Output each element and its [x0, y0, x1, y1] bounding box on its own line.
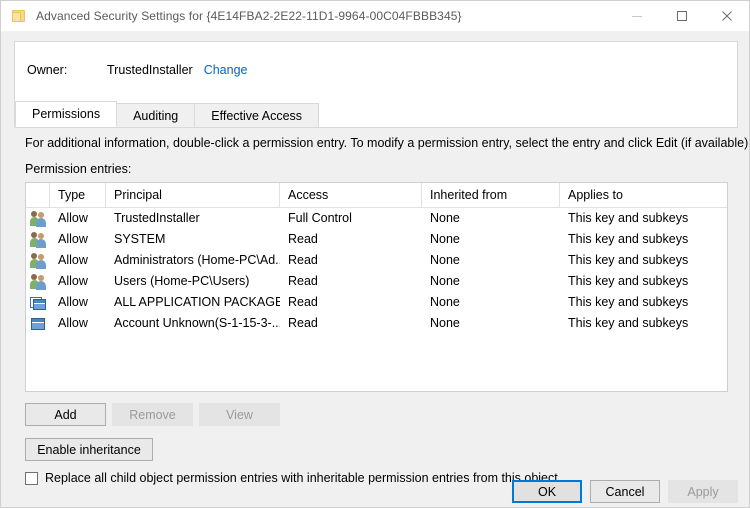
- owner-label: Owner:: [27, 63, 68, 77]
- maximize-icon[interactable]: [659, 1, 704, 31]
- footer-separator: [1, 465, 749, 466]
- row-applies-to: This key and subkeys: [568, 253, 689, 267]
- column-header-access[interactable]: Access: [280, 183, 422, 207]
- change-owner-link[interactable]: Change: [204, 63, 248, 77]
- row-applies-to: This key and subkeys: [568, 274, 689, 288]
- caption-button-group: [614, 1, 749, 31]
- window-title: Advanced Security Settings for {4E14FBA2…: [36, 9, 462, 23]
- close-icon[interactable]: [704, 1, 749, 31]
- table-header-row: Type Principal Access Inherited from App…: [26, 183, 727, 208]
- minimize-icon[interactable]: [614, 1, 659, 31]
- row-inherited-from: None: [430, 274, 460, 288]
- row-access: Read: [288, 316, 318, 330]
- folder-icon: [11, 8, 27, 24]
- app-package-icon: [26, 295, 50, 311]
- row-access: Read: [288, 232, 318, 246]
- row-type: Allow: [58, 211, 88, 225]
- replace-child-permissions-label: Replace all child object permission entr…: [45, 471, 558, 485]
- apply-button: Apply: [668, 480, 738, 503]
- user-group-icon: [26, 273, 50, 290]
- row-principal: Account Unknown(S-1-15-3-...: [114, 316, 280, 330]
- column-header-applies-to[interactable]: Applies to: [560, 183, 727, 207]
- row-access: Full Control: [288, 211, 352, 225]
- column-header-principal[interactable]: Principal: [106, 183, 280, 207]
- owner-panel: Owner: TrustedInstaller Change Permissio…: [14, 41, 738, 128]
- table-row[interactable]: Allow Administrators (Home-PC\Ad... Read…: [26, 250, 727, 271]
- row-inherited-from: None: [430, 253, 460, 267]
- replace-child-permissions-checkbox[interactable]: [25, 471, 38, 485]
- row-principal: Users (Home-PC\Users): [114, 274, 250, 288]
- add-button[interactable]: Add: [25, 403, 106, 426]
- row-applies-to: This key and subkeys: [568, 316, 689, 330]
- tab-auditing[interactable]: Auditing: [116, 103, 196, 127]
- ok-button[interactable]: OK: [512, 480, 582, 503]
- row-principal: Administrators (Home-PC\Ad...: [114, 253, 280, 267]
- cancel-button[interactable]: Cancel: [590, 480, 660, 503]
- column-header-icon[interactable]: [26, 183, 50, 207]
- row-type: Allow: [58, 316, 88, 330]
- row-access: Read: [288, 295, 318, 309]
- row-principal: ALL APPLICATION PACKAGES: [114, 295, 280, 309]
- row-access: Read: [288, 253, 318, 267]
- row-inherited-from: None: [430, 211, 460, 225]
- user-group-icon: [26, 231, 50, 248]
- column-header-type[interactable]: Type: [50, 183, 106, 207]
- user-group-icon: [26, 210, 50, 227]
- tab-strip: Permissions Auditing Effective Access: [15, 97, 737, 128]
- row-type: Allow: [58, 253, 88, 267]
- title-bar: Advanced Security Settings for {4E14FBA2…: [1, 1, 749, 32]
- table-row[interactable]: Allow Users (Home-PC\Users) Read None Th…: [26, 271, 727, 292]
- owner-value: TrustedInstaller: [107, 63, 193, 77]
- row-inherited-from: None: [430, 316, 460, 330]
- row-applies-to: This key and subkeys: [568, 232, 689, 246]
- row-inherited-from: None: [430, 232, 460, 246]
- row-type: Allow: [58, 274, 88, 288]
- permission-entries-label: Permission entries:: [25, 162, 132, 176]
- tab-effective-access[interactable]: Effective Access: [194, 103, 320, 127]
- info-text: For additional information, double-click…: [25, 136, 750, 150]
- table-row[interactable]: Allow TrustedInstaller Full Control None…: [26, 208, 727, 229]
- table-row[interactable]: Allow SYSTEM Read None This key and subk…: [26, 229, 727, 250]
- row-access: Read: [288, 274, 318, 288]
- replace-child-permissions-row[interactable]: Replace all child object permission entr…: [25, 471, 558, 485]
- row-principal: SYSTEM: [114, 232, 166, 246]
- row-applies-to: This key and subkeys: [568, 295, 689, 309]
- row-type: Allow: [58, 232, 88, 246]
- table-row[interactable]: Allow Account Unknown(S-1-15-3-... Read …: [26, 313, 727, 334]
- view-button: View: [199, 403, 280, 426]
- permission-entries-list[interactable]: Type Principal Access Inherited from App…: [25, 182, 728, 392]
- advanced-security-settings-dialog: Advanced Security Settings for {4E14FBA2…: [0, 0, 750, 508]
- tab-permissions[interactable]: Permissions: [15, 101, 118, 127]
- row-applies-to: This key and subkeys: [568, 211, 689, 225]
- table-row[interactable]: Allow ALL APPLICATION PACKAGES Read None…: [26, 292, 727, 313]
- app-package-icon-alt: [26, 316, 50, 332]
- enable-inheritance-button[interactable]: Enable inheritance: [25, 438, 153, 461]
- user-group-icon: [26, 252, 50, 269]
- row-inherited-from: None: [430, 295, 460, 309]
- column-header-inherited-from[interactable]: Inherited from: [422, 183, 560, 207]
- row-principal: TrustedInstaller: [114, 211, 200, 225]
- remove-button: Remove: [112, 403, 193, 426]
- owner-row: Owner: TrustedInstaller Change: [15, 42, 737, 98]
- row-type: Allow: [58, 295, 88, 309]
